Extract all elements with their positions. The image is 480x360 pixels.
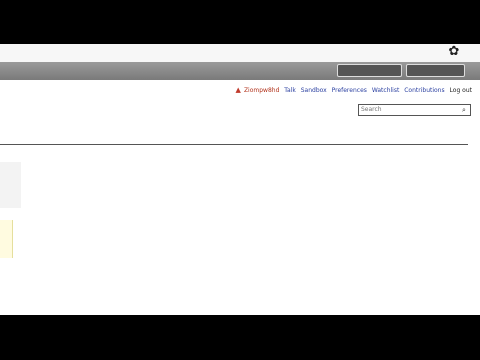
- wiki-page: ▲ Ziompw8hd Talk Sandbox Preferences Watc…: [0, 80, 480, 315]
- toolbar-button[interactable]: [337, 64, 402, 77]
- header-divider: [0, 144, 468, 145]
- browser-toolbar: [0, 62, 480, 80]
- search-input[interactable]: [361, 105, 457, 115]
- watchlist-link[interactable]: Watchlist: [372, 87, 400, 94]
- sandbox-link[interactable]: Sandbox: [301, 87, 327, 94]
- screen: ✿ ▲ Ziompw8hd Talk Sandbox Preferences Wa…: [0, 0, 480, 360]
- toolbar-button[interactable]: [406, 64, 465, 77]
- preferences-link[interactable]: Preferences: [332, 87, 367, 94]
- search-icon[interactable]: ⌕: [460, 105, 468, 115]
- address-bar[interactable]: ✿: [0, 44, 480, 63]
- personal-tools: ▲ Ziompw8hd Talk Sandbox Preferences Watc…: [233, 86, 472, 94]
- logout-link[interactable]: Log out: [450, 87, 472, 94]
- user-page-link[interactable]: Ziompw8hd: [244, 87, 279, 94]
- search-box[interactable]: ⌕: [358, 104, 471, 116]
- contributions-link[interactable]: Contributions: [404, 87, 444, 94]
- browser-chrome: ✿: [0, 44, 480, 80]
- user-icon: ▲: [235, 86, 241, 94]
- star-icon[interactable]: ✿: [447, 45, 461, 59]
- talk-link[interactable]: Talk: [284, 87, 296, 94]
- side-panel: [0, 162, 21, 208]
- notice-box: [0, 220, 13, 258]
